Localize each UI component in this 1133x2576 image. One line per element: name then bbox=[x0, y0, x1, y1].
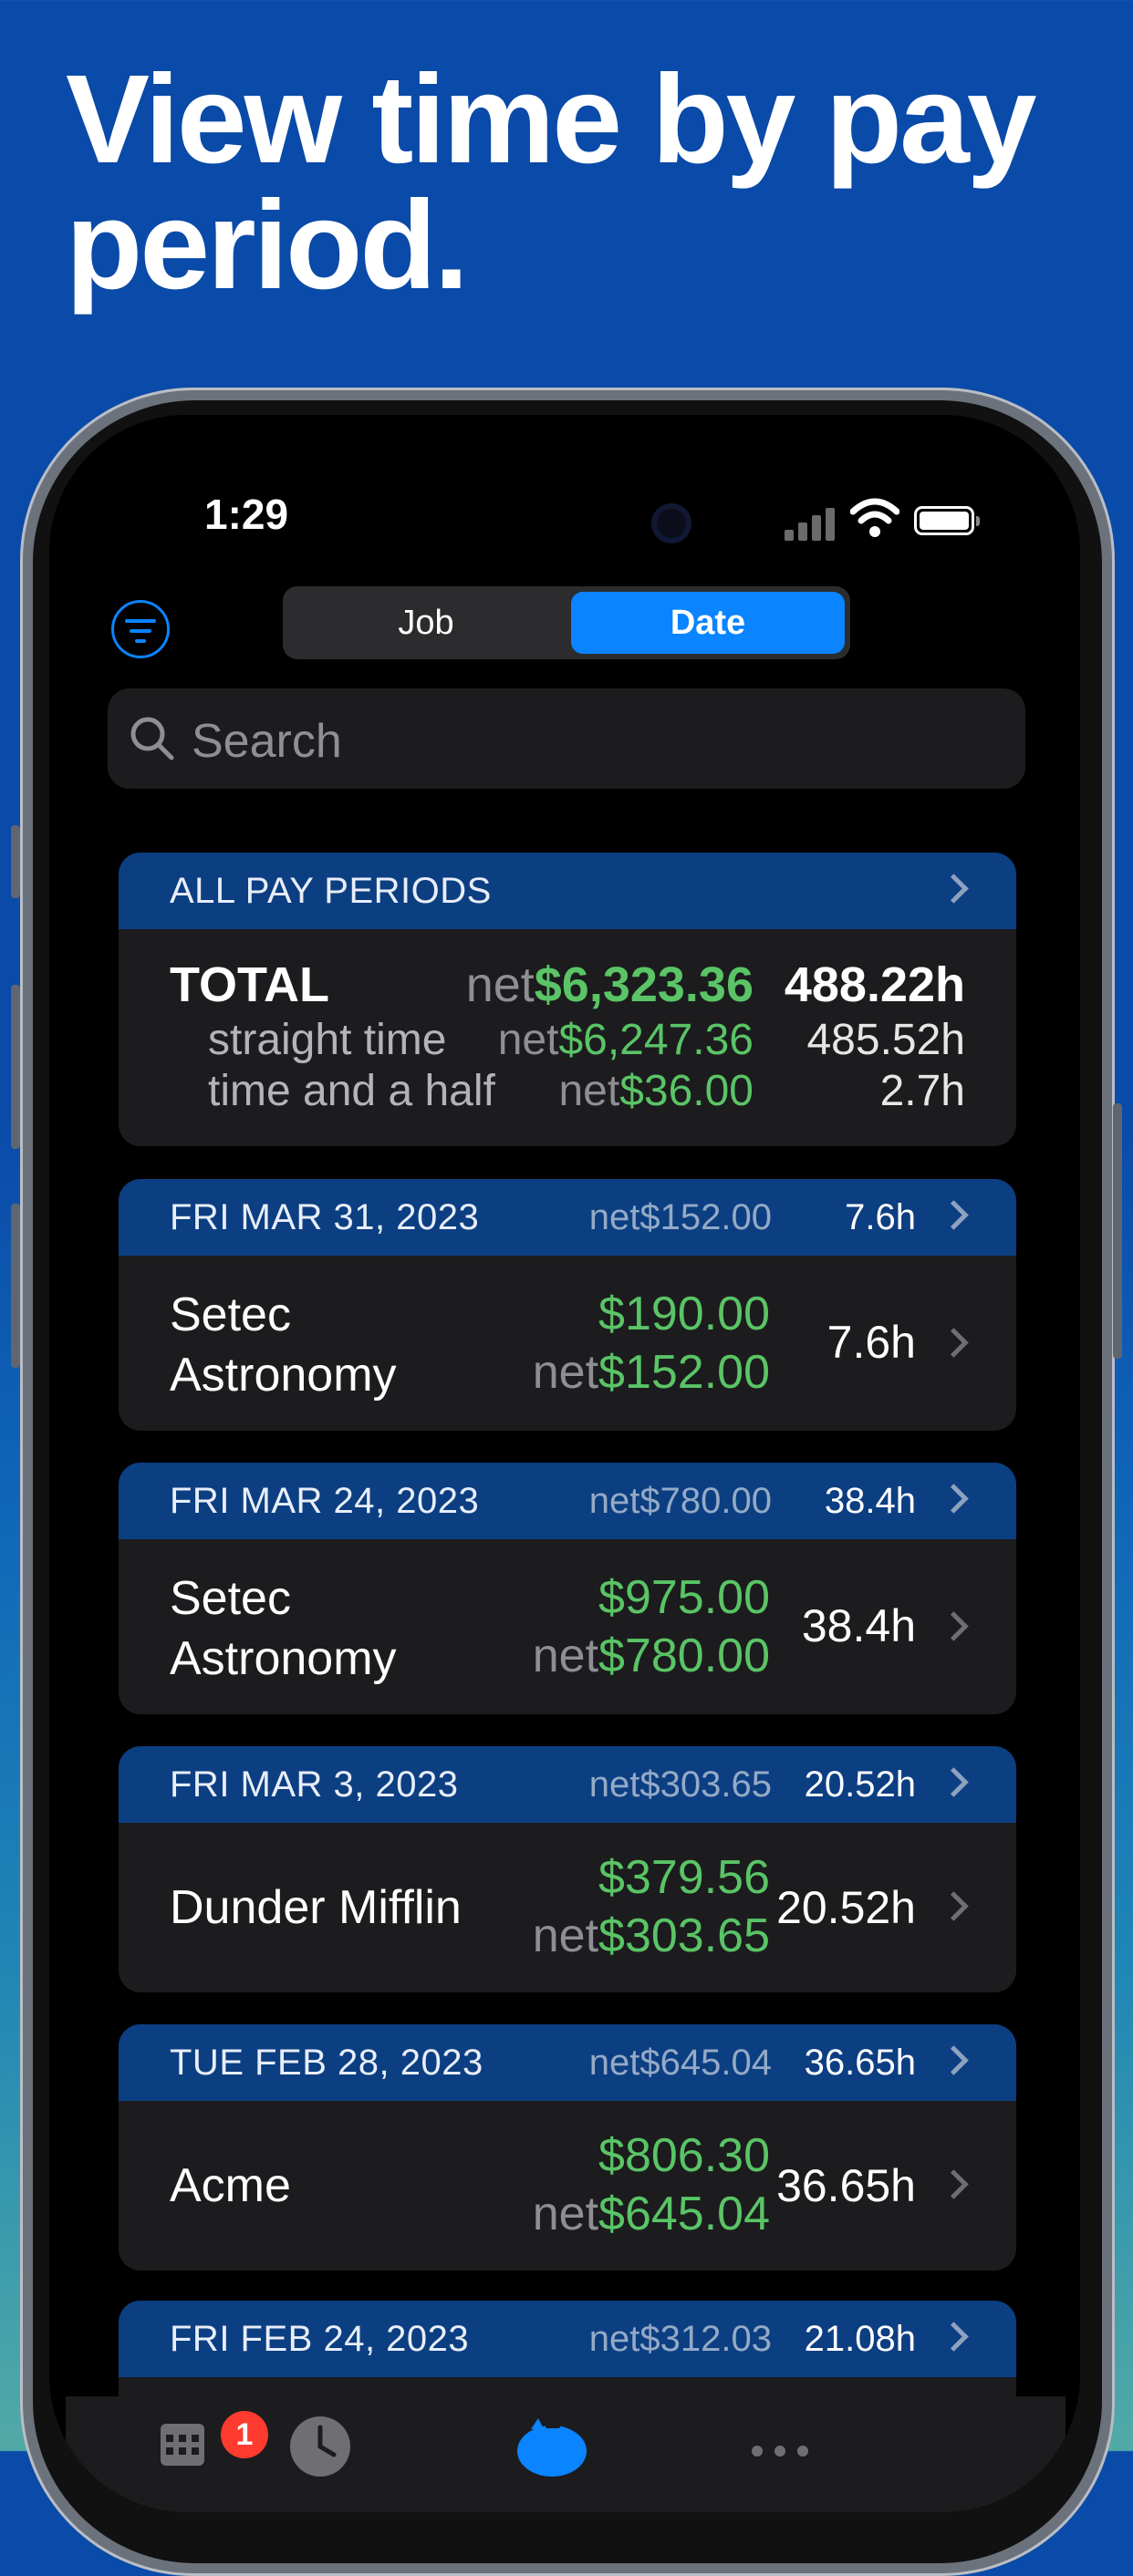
cellular-signal-icon bbox=[785, 506, 836, 541]
chevron-right-icon bbox=[941, 1885, 967, 1930]
pay-period-header[interactable]: FRI FEB 24, 2023 net$312.03 21.08h bbox=[119, 2301, 1016, 2377]
chevron-right-icon bbox=[941, 1194, 967, 1239]
pay-period-date: FRI MAR 3, 2023 bbox=[170, 1764, 459, 1805]
chevron-right-icon bbox=[941, 2163, 967, 2209]
job-net: net$645.04 bbox=[532, 2188, 770, 2240]
time-and-a-half-label: time and a half bbox=[208, 1067, 495, 1115]
job-hours: 7.6h bbox=[826, 1317, 916, 1368]
segment-job[interactable]: Job bbox=[288, 592, 564, 654]
camera-icon bbox=[651, 503, 691, 543]
pay-period-card[interactable]: TUE FEB 28, 2023 net$645.04 36.65h Acme … bbox=[119, 2024, 1016, 2271]
pay-period-net: net$303.65 bbox=[588, 1764, 772, 1805]
segment-date[interactable]: Date bbox=[571, 592, 845, 654]
pay-period-hours: 20.52h bbox=[804, 1764, 916, 1805]
pay-period-date: TUE FEB 28, 2023 bbox=[170, 2043, 483, 2083]
job-name: Setec Astronomy bbox=[170, 1572, 397, 1685]
pay-period-card[interactable]: FRI MAR 24, 2023 net$780.00 38.4h Setec A… bbox=[119, 1463, 1016, 1714]
job-gross: $806.30 bbox=[598, 2129, 770, 2182]
clock-icon[interactable] bbox=[288, 2415, 352, 2478]
time-and-a-half-net: net$36.00 bbox=[558, 1067, 754, 1115]
total-label: TOTAL bbox=[170, 957, 329, 1012]
chevron-right-icon bbox=[941, 1605, 967, 1650]
job-name: Dunder Mifflin bbox=[170, 1881, 462, 1934]
section-title: ALL PAY PERIODS bbox=[170, 871, 492, 911]
job-hours: 36.65h bbox=[776, 2160, 916, 2211]
pay-period-header[interactable]: FRI MAR 3, 2023 net$303.65 20.52h bbox=[119, 1746, 1016, 1823]
job-gross: $190.00 bbox=[598, 1288, 770, 1340]
pay-period-date: FRI MAR 24, 2023 bbox=[170, 1481, 480, 1521]
job-net: net$780.00 bbox=[532, 1629, 770, 1682]
straight-time-hours: 485.52h bbox=[806, 1016, 965, 1064]
piggy-bank-icon[interactable] bbox=[511, 2415, 593, 2478]
pay-period-hours: 7.6h bbox=[845, 1197, 916, 1237]
pay-period-header[interactable]: FRI MAR 24, 2023 net$780.00 38.4h bbox=[119, 1463, 1016, 1539]
chevron-right-icon bbox=[941, 1477, 967, 1523]
wifi-icon bbox=[850, 498, 899, 537]
job-gross: $975.00 bbox=[598, 1571, 770, 1624]
chevron-right-icon bbox=[941, 867, 967, 913]
search-placeholder: Search bbox=[192, 715, 342, 768]
chevron-right-icon bbox=[941, 2315, 967, 2361]
notification-badge: 1 bbox=[221, 2411, 268, 2458]
pay-period-net: net$312.03 bbox=[588, 2319, 772, 2359]
pay-period-hours: 36.65h bbox=[804, 2043, 916, 2083]
job-net: net$152.00 bbox=[532, 1346, 770, 1399]
headline: View time by pay period. bbox=[66, 49, 1037, 316]
phone-power-button bbox=[1113, 1103, 1122, 1359]
view-mode-segmented-control[interactable]: Job Date bbox=[283, 586, 850, 659]
phone-side-button bbox=[11, 825, 20, 898]
pay-period-header[interactable]: FRI MAR 31, 2023 net$152.00 7.6h bbox=[119, 1179, 1016, 1256]
search-input[interactable]: Search bbox=[108, 688, 1025, 789]
job-name: Acme bbox=[170, 2159, 291, 2212]
pay-period-card[interactable]: FRI MAR 31, 2023 net$152.00 7.6h Setec As… bbox=[119, 1179, 1016, 1431]
phone-volume-up bbox=[11, 985, 20, 1149]
search-icon bbox=[130, 717, 174, 760]
more-icon[interactable] bbox=[748, 2442, 812, 2460]
pay-period-net: net$645.04 bbox=[588, 2043, 772, 2083]
calendar-icon[interactable] bbox=[155, 2415, 210, 2469]
all-pay-periods-card[interactable]: ALL PAY PERIODS TOTAL net$6,323.36 488.2… bbox=[119, 853, 1016, 1146]
pay-period-card[interactable]: FRI MAR 3, 2023 net$303.65 20.52h Dunder… bbox=[119, 1746, 1016, 1992]
total-net: net$6,323.36 bbox=[465, 957, 754, 1012]
tab-bar: 1 bbox=[66, 2396, 1065, 2512]
job-name: Setec Astronomy bbox=[170, 1288, 397, 1402]
pay-period-date: FRI MAR 31, 2023 bbox=[170, 1197, 480, 1237]
status-time: 1:29 bbox=[204, 491, 289, 538]
section-header[interactable]: ALL PAY PERIODS bbox=[119, 853, 1016, 929]
battery-icon bbox=[914, 506, 980, 535]
pay-period-net: net$780.00 bbox=[588, 1481, 772, 1521]
pay-period-date: FRI FEB 24, 2023 bbox=[170, 2319, 470, 2359]
job-hours: 20.52h bbox=[776, 1882, 916, 1933]
chevron-right-icon bbox=[941, 2039, 967, 2085]
chevron-right-icon bbox=[941, 1761, 967, 1806]
time-and-a-half-hours: 2.7h bbox=[879, 1067, 965, 1115]
job-gross: $379.56 bbox=[598, 1851, 770, 1904]
straight-time-net: net$6,247.36 bbox=[497, 1016, 754, 1064]
straight-time-label: straight time bbox=[208, 1016, 447, 1064]
chevron-right-icon bbox=[941, 1321, 967, 1367]
job-hours: 38.4h bbox=[801, 1600, 916, 1651]
pay-period-hours: 21.08h bbox=[804, 2319, 916, 2359]
pay-period-header[interactable]: TUE FEB 28, 2023 net$645.04 36.65h bbox=[119, 2024, 1016, 2101]
app-screen: 1:29 Job Date Search ALL PAY PERIODS TOT… bbox=[49, 415, 1080, 2512]
total-hours: 488.22h bbox=[784, 957, 965, 1012]
pay-period-hours: 38.4h bbox=[824, 1481, 916, 1521]
job-net: net$303.65 bbox=[532, 1909, 770, 1962]
pay-period-net: net$152.00 bbox=[588, 1197, 772, 1237]
phone-volume-down bbox=[11, 1204, 20, 1368]
filter-icon[interactable] bbox=[111, 600, 170, 658]
